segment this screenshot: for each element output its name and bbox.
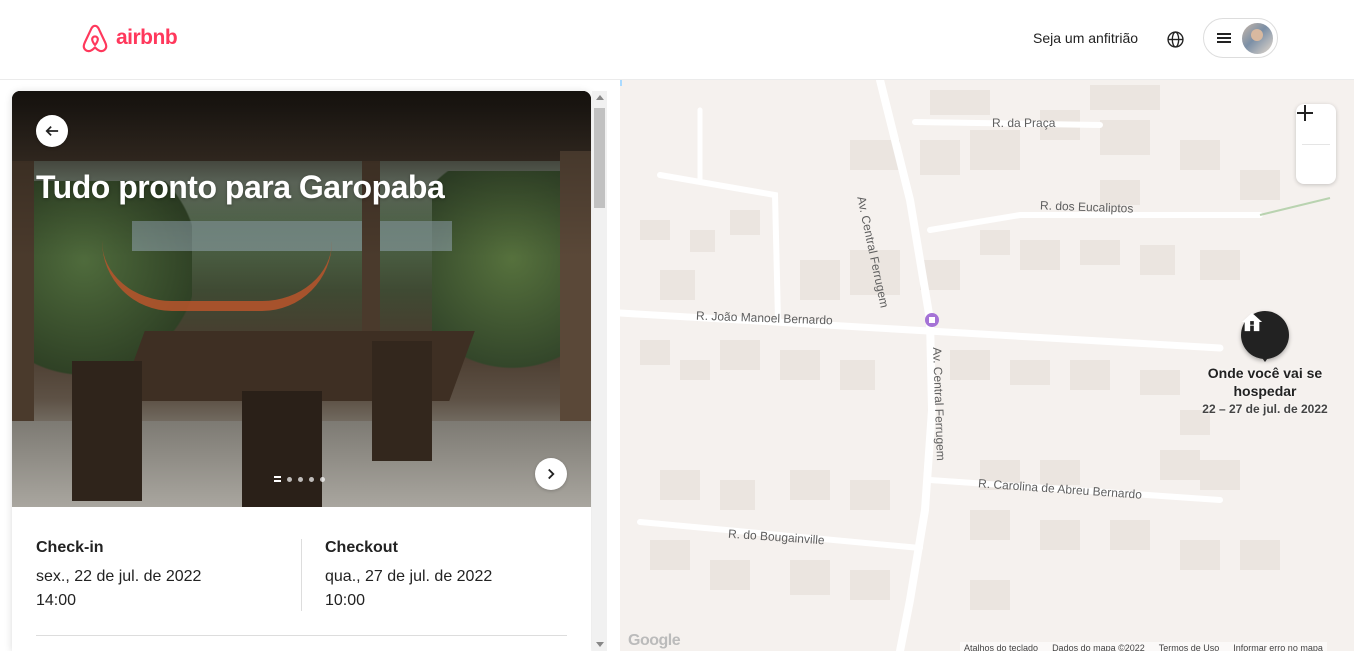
airbnb-logo-icon bbox=[82, 24, 108, 53]
house-icon bbox=[1241, 312, 1263, 332]
avatar bbox=[1242, 22, 1273, 54]
checkout-label: Checkout bbox=[325, 539, 398, 556]
check-in-time: 14:00 bbox=[36, 592, 77, 609]
become-host-link[interactable]: Seja um anfitrião bbox=[1033, 30, 1138, 46]
photo-dot-active[interactable] bbox=[274, 476, 281, 482]
checkout-date: qua., 27 de jul. de 2022 bbox=[325, 568, 493, 585]
hamburger-menu-icon bbox=[1217, 33, 1231, 43]
street-label: R. da Praça bbox=[992, 116, 1056, 130]
scroll-thumb[interactable] bbox=[594, 108, 605, 208]
next-photo-button[interactable] bbox=[535, 458, 567, 490]
checkout-time: 10:00 bbox=[325, 592, 366, 609]
check-in-section: Check-in sex., 22 de jul. de 2022 14:00 bbox=[36, 539, 286, 613]
map-data-label: Dados do mapa ©2022 bbox=[1052, 643, 1145, 651]
airbnb-logo[interactable]: airbnb bbox=[80, 22, 178, 54]
photo-pagination bbox=[274, 476, 325, 482]
trip-details-panel: Tudo pronto para Garopaba Check-in sex.,… bbox=[0, 80, 620, 651]
photo-dot[interactable] bbox=[298, 476, 303, 482]
zoom-controls bbox=[1296, 104, 1336, 184]
pin-label: Onde você vai se hospedar 22 – 27 de jul… bbox=[1195, 364, 1335, 416]
google-logo[interactable]: Google bbox=[628, 632, 681, 650]
keyboard-shortcuts-link[interactable]: Atalhos do teclado bbox=[964, 643, 1038, 651]
top-navbar: airbnb Seja um anfitrião bbox=[0, 0, 1354, 80]
checkout-section: Checkout qua., 27 de jul. de 2022 10:00 bbox=[325, 539, 575, 613]
zoom-out-button[interactable] bbox=[1296, 112, 1336, 185]
trip-card: Tudo pronto para Garopaba Check-in sex.,… bbox=[12, 91, 591, 651]
map[interactable]: R. da Praça Av. Central Ferrugem R. dos … bbox=[620, 80, 1354, 651]
listing-photo[interactable]: Tudo pronto para Garopaba bbox=[12, 91, 591, 507]
pin-title: Onde você vai se hospedar bbox=[1207, 365, 1323, 399]
scroll-up-arrow-icon[interactable] bbox=[596, 95, 604, 100]
globe-icon bbox=[1166, 30, 1184, 48]
check-in-label: Check-in bbox=[36, 539, 104, 556]
minus-icon bbox=[1297, 112, 1313, 114]
photo-dot[interactable] bbox=[320, 476, 325, 482]
report-error-link[interactable]: Informar erro no mapa bbox=[1233, 643, 1323, 651]
language-button[interactable] bbox=[1163, 27, 1187, 51]
photo-dot[interactable] bbox=[287, 476, 292, 482]
arrow-left-icon bbox=[45, 126, 59, 136]
scrollbar[interactable] bbox=[592, 91, 607, 651]
photo-dot[interactable] bbox=[309, 476, 314, 482]
chevron-right-icon bbox=[548, 468, 555, 480]
back-button[interactable] bbox=[36, 115, 68, 147]
divider bbox=[301, 539, 302, 611]
check-in-date: sex., 22 de jul. de 2022 bbox=[36, 568, 202, 585]
terms-link[interactable]: Termos de Uso bbox=[1159, 643, 1220, 651]
stay-location-pin[interactable] bbox=[1241, 311, 1289, 362]
scroll-down-arrow-icon[interactable] bbox=[596, 642, 604, 647]
divider bbox=[36, 635, 567, 636]
page-title: Tudo pronto para Garopaba bbox=[36, 169, 445, 205]
map-footer: Atalhos do teclado Dados do mapa ©2022 T… bbox=[960, 642, 1327, 651]
logo-wordmark: airbnb bbox=[116, 26, 178, 49]
pin-dates: 22 – 27 de jul. de 2022 bbox=[1202, 402, 1328, 416]
user-menu-button[interactable] bbox=[1203, 18, 1278, 58]
